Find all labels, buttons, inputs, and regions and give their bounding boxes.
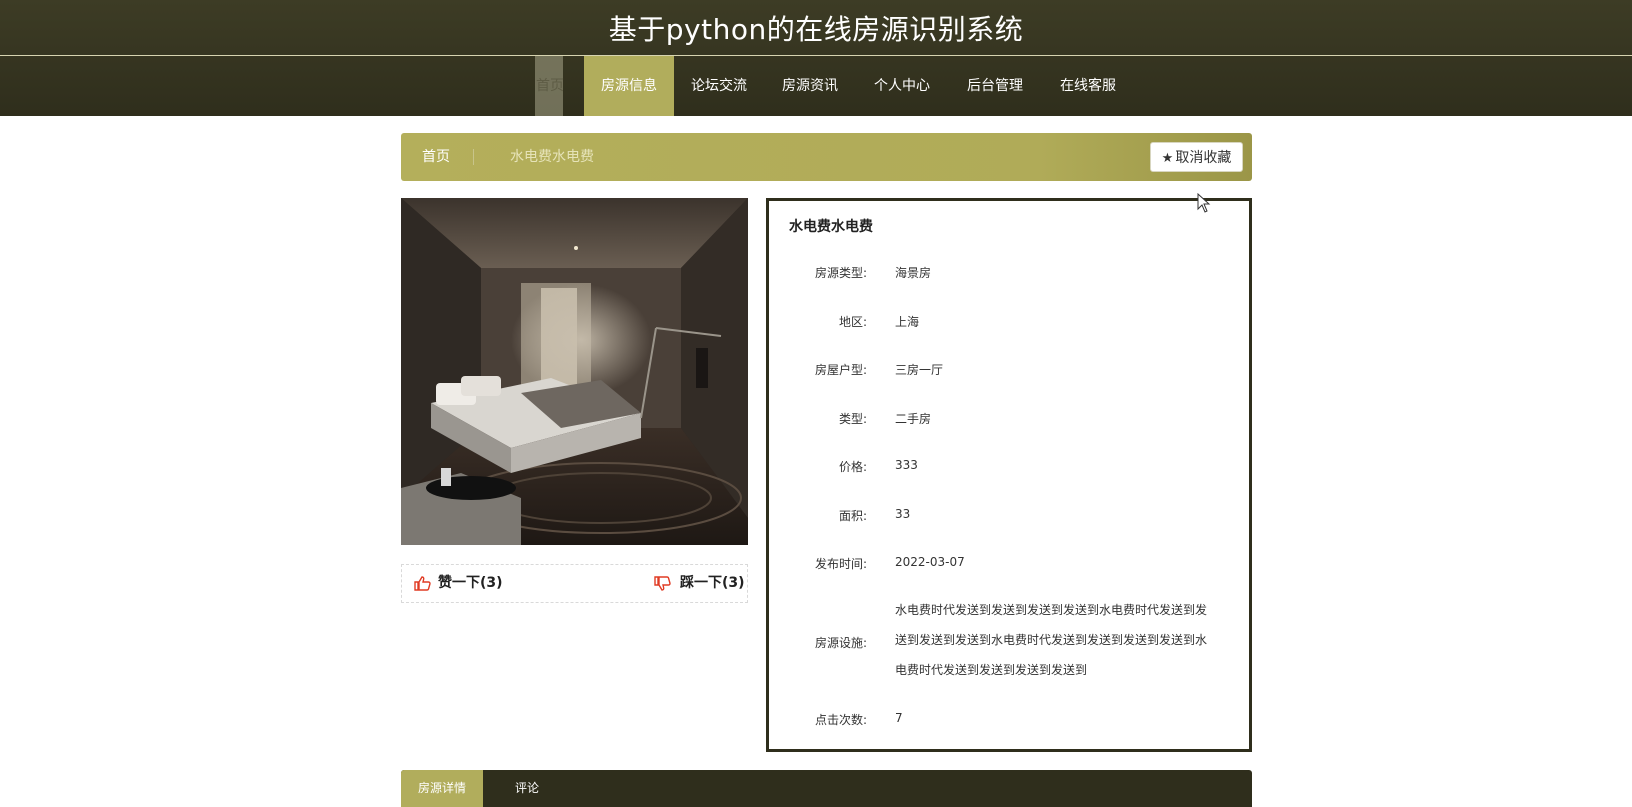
tab-label: 房源详情 [417,781,466,795]
detail-label: 房源设施: [814,636,867,650]
detail-value-facilities: 水电费时代发送到发送到发送到发送到水电费时代发送到发送到发送到发送到水电费时代发… [895,603,1208,677]
nav-item-forum[interactable]: 论坛交流 [684,56,754,116]
unfavorite-label: 取消收藏 [1175,150,1232,166]
nav-item-profile[interactable]: 个人中心 [867,56,937,116]
vote-panel: 赞一下(3) 踩一下(3) [401,564,748,603]
unfavorite-button[interactable]: ★ 取消收藏 [1150,142,1243,172]
detail-value-region: 上海 [895,315,920,329]
breadcrumb: 首页 水电费水电费 ★ 取消收藏 [401,133,1252,181]
nav-item-label: 房源资讯 [782,78,838,94]
nav-item-listings[interactable]: 房源信息 [584,56,674,116]
breadcrumb-current: 水电费水电费 [510,149,594,165]
listing-detail-panel: 水电费水电费 房源类型: 海景房 地区: 上海 房屋户型: 三房一厅 类型: 二… [766,198,1252,752]
breadcrumb-separator [473,149,474,165]
detail-label: 房屋户型: [814,363,867,377]
nav-item-news[interactable]: 房源资讯 [775,56,845,116]
detail-value-area: 33 [895,507,911,521]
breadcrumb-home-link[interactable]: 首页 [422,133,450,181]
mouse-cursor-icon [1197,193,1211,213]
detail-value-house-type: 海景房 [895,266,932,280]
listing-photo [401,198,748,545]
site-header: 基于python的在线房源识别系统 首页 房源信息 论坛交流 房源资讯 个人中心… [0,0,1632,116]
detail-label: 价格: [838,460,867,474]
tab-listing-details[interactable]: 房源详情 [401,770,483,807]
star-icon: ★ [1161,151,1174,166]
nav-item-label: 在线客服 [1060,78,1116,94]
thumbs-up-icon [414,576,431,591]
tab-label: 评论 [514,781,539,795]
detail-label: 点击次数: [814,713,867,727]
thumbs-down-icon [654,576,671,591]
nav-item-support[interactable]: 在线客服 [1053,56,1123,116]
tab-comments[interactable]: 评论 [483,770,571,807]
detail-tabs: 房源详情 评论 [401,770,1252,807]
nav-item-label: 个人中心 [874,78,930,94]
nav-item-label: 后台管理 [967,78,1023,94]
detail-value-publish-date: 2022-03-07 [895,555,965,569]
site-title: 基于python的在线房源识别系统 [608,13,1024,46]
detail-value-layout: 三房一厅 [895,363,944,377]
like-label: 赞一下(3) [438,575,503,591]
detail-label: 发布时间: [814,557,867,571]
nav-item-home[interactable]: 首页 [535,56,565,116]
detail-label: 面积: [838,509,867,523]
listing-title: 水电费水电费 [789,219,873,235]
nav-item-label: 房源信息 [601,78,657,94]
dislike-label: 踩一下(3) [680,575,745,591]
detail-value-click-count: 7 [895,711,903,725]
detail-value-price: 333 [895,458,918,472]
nav-item-admin[interactable]: 后台管理 [960,56,1030,116]
bedroom-image [401,198,748,545]
nav-item-label: 首页 [536,78,564,94]
main-nav: 首页 房源信息 论坛交流 房源资讯 个人中心 后台管理 在线客服 [0,56,1632,116]
detail-label: 房源类型: [814,266,867,280]
detail-value-type: 二手房 [895,412,932,426]
nav-item-label: 论坛交流 [691,78,747,94]
detail-label: 类型: [838,412,867,426]
detail-label: 地区: [838,315,867,329]
